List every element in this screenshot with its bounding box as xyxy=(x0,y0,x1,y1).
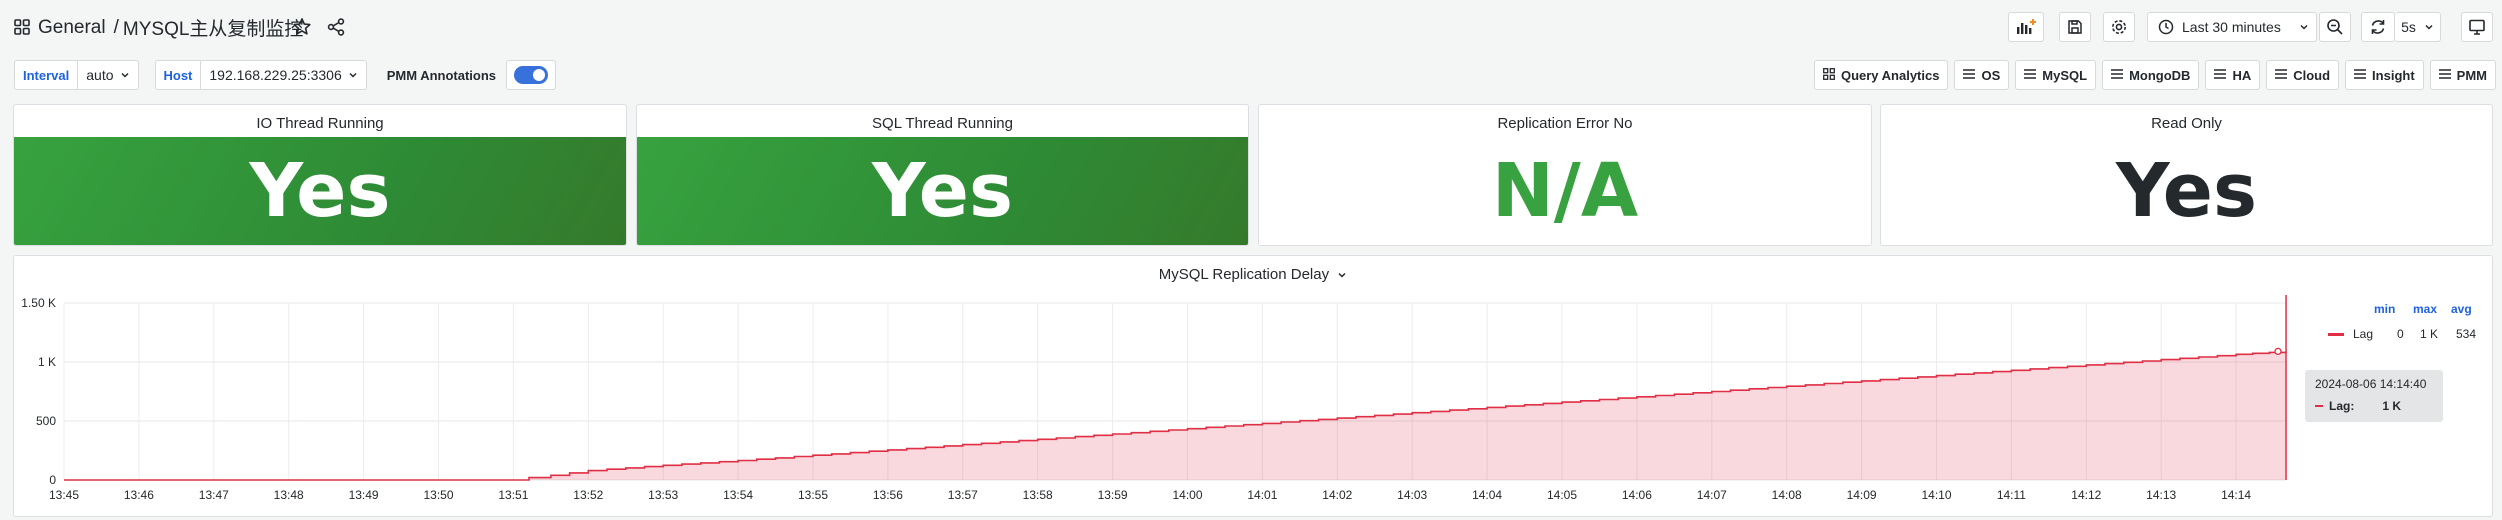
x-tick-label: 13:53 xyxy=(648,488,678,502)
x-tick-label: 14:01 xyxy=(1247,488,1277,502)
tooltip-time: 2024-08-06 14:14:40 xyxy=(2315,377,2427,391)
legend-max-value: 1 K xyxy=(2420,327,2439,341)
legend-series-name[interactable]: Lag xyxy=(2353,327,2373,341)
x-tick-label: 14:06 xyxy=(1622,488,1652,502)
x-tick-label: 14:09 xyxy=(1847,488,1877,502)
x-tick-label: 13:49 xyxy=(349,488,379,502)
legend-header-avg[interactable]: avg xyxy=(2451,302,2472,316)
x-tick-label: 14:11 xyxy=(1997,488,2026,502)
legend-swatch xyxy=(2328,333,2344,336)
replication-delay-chart[interactable]: 05001 K1.50 K 13:45 13:46 13:47 13:48 13:49 1… xyxy=(0,0,2502,520)
x-tick-label: 13:59 xyxy=(1098,488,1128,502)
y-tick-label: 1.50 K xyxy=(21,296,56,310)
x-tick-label: 13:50 xyxy=(423,488,453,502)
x-tick-label: 13:48 xyxy=(274,488,304,502)
x-tick-label: 14:02 xyxy=(1322,488,1352,502)
x-tick-label: 13:54 xyxy=(723,488,753,502)
x-tick-label: 13:57 xyxy=(948,488,978,502)
x-tick-label: 13:46 xyxy=(124,488,154,502)
x-tick-label: 13:51 xyxy=(498,488,528,502)
x-tick-label: 13:58 xyxy=(1023,488,1053,502)
legend-avg-value: 534 xyxy=(2456,327,2477,341)
x-tick-label: 14:03 xyxy=(1397,488,1427,502)
y-tick-label: 0 xyxy=(49,473,56,487)
chart-tooltip: 2024-08-06 14:14:40 Lag: 1 K xyxy=(2305,370,2443,422)
legend-header-min[interactable]: min xyxy=(2374,302,2395,316)
legend-min-value: 0 xyxy=(2397,327,2404,341)
tooltip-series: Lag: xyxy=(2329,399,2355,413)
x-tick-label: 13:45 xyxy=(49,488,79,502)
x-tick-label: 14:13 xyxy=(2146,488,2176,502)
series-area-lag xyxy=(64,351,2286,480)
x-tick-label: 14:05 xyxy=(1547,488,1577,502)
x-tick-label: 13:55 xyxy=(798,488,828,502)
x-tick-label: 14:10 xyxy=(1921,488,1951,502)
x-tick-label: 14:00 xyxy=(1172,488,1202,502)
legend-header-max[interactable]: max xyxy=(2413,302,2437,316)
hover-point xyxy=(2274,347,2282,356)
x-tick-label: 14:12 xyxy=(2071,488,2101,502)
x-tick-label: 14:04 xyxy=(1472,488,1502,502)
x-tick-label: 14:07 xyxy=(1697,488,1727,502)
y-tick-label: 1 K xyxy=(38,355,56,369)
x-axis-ticks: 13:45 13:46 13:47 13:48 13:49 13:50 13:51 13:52… xyxy=(49,488,2251,502)
tooltip-value: 1 K xyxy=(2382,399,2402,413)
tooltip-swatch xyxy=(2315,405,2323,407)
x-tick-label: 14:08 xyxy=(1772,488,1802,502)
x-tick-label: 13:56 xyxy=(873,488,903,502)
x-tick-label: 13:47 xyxy=(199,488,229,502)
x-tick-label: 14:14 xyxy=(2221,488,2251,502)
chart-series xyxy=(64,295,2287,481)
x-tick-label: 13:52 xyxy=(573,488,603,502)
y-axis-ticks: 0 500 1 K 1.50 K xyxy=(21,296,56,487)
y-tick-label: 500 xyxy=(36,414,56,428)
